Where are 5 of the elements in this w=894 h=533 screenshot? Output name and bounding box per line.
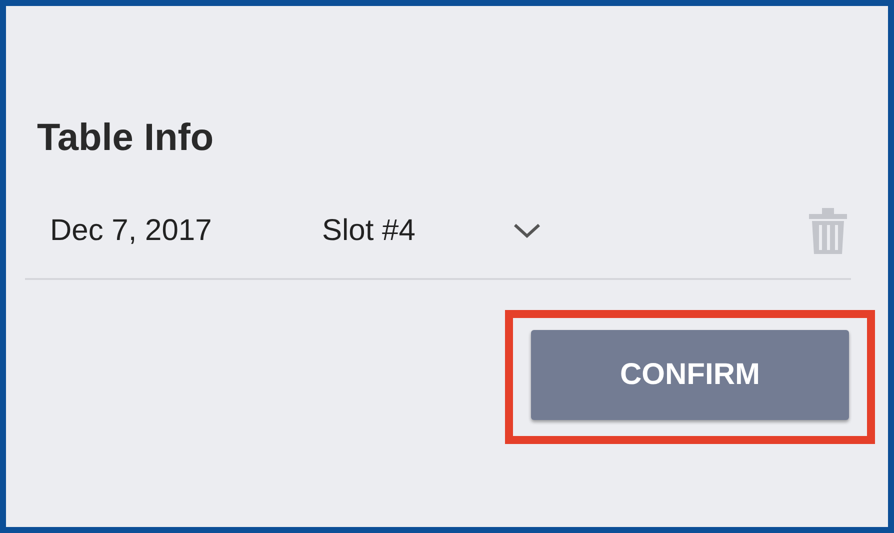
confirm-button[interactable]: CONFIRM: [531, 330, 849, 420]
section-title: Table Info: [37, 116, 215, 161]
chevron-down-icon[interactable]: [512, 222, 542, 240]
date-text: Dec 7, 2017: [50, 213, 213, 250]
slot-text: Slot #4: [322, 213, 416, 250]
